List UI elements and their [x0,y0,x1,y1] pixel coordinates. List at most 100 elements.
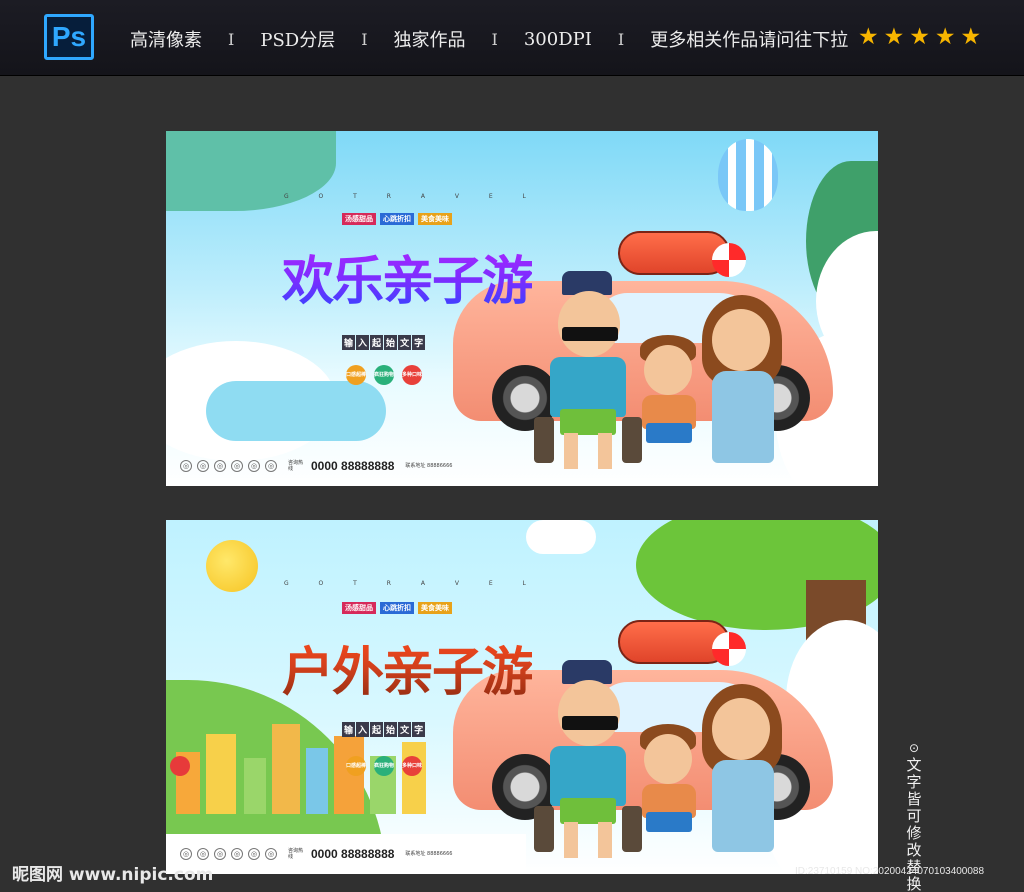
phone-label: 咨询热线 [288,848,304,860]
logo-icon: ◎ [265,460,277,472]
feature-circle: 疯狂购物 [374,756,394,776]
separator: I [617,29,625,49]
subtitle-char: 起 [370,335,384,350]
banner-tagline: G O T R A V E L [284,580,540,587]
tag: 心跳折扣 [380,213,414,225]
logo-icon: ◎ [231,848,243,860]
tag: 汤感甜品 [342,213,376,225]
photoshop-icon: Ps [44,14,94,60]
leg [598,822,612,858]
shirt [550,746,626,806]
building [402,742,426,814]
building [306,748,328,814]
banner-title: 户外亲子游 [282,630,534,705]
sunglasses-icon [562,327,618,341]
watermark-left: 昵图网 www.nipic.com [12,865,214,885]
tag-row: 汤感甜品 心跳折扣 美食美味 [342,602,452,614]
star-icon: ★ [934,24,956,50]
cloud [526,520,596,554]
suitcase-icon [534,417,554,463]
shorts [646,812,692,832]
logo-icon: ◎ [197,848,209,860]
address: 联系地址 88886666 [405,462,453,469]
banner-preview-2: G O T R A V E L 汤感甜品 心跳折扣 美食美味 户外亲子游 输 入… [166,520,878,874]
subtitle-char: 起 [370,722,384,737]
logo-icon: ◎ [248,460,260,472]
dress [712,760,774,852]
feature-psd: PSD分层 [260,30,336,51]
subtitle-char: 入 [356,722,370,737]
tag: 美食美味 [418,602,452,614]
leg [564,433,578,469]
banner-footer: ◎ ◎ ◎ ◎ ◎ ◎ 咨询热线 0000 88888888 联系地址 8888… [166,446,526,486]
beach-ball-icon [712,632,746,666]
sun-icon [206,540,258,592]
shorts [560,409,616,435]
flower-icon [170,756,190,776]
logo-icon: ◎ [180,848,192,860]
phone-number: 0000 88888888 [311,847,395,861]
phone-number: 0000 88888888 [311,459,395,473]
leg [598,433,612,469]
beach-ball-icon [712,243,746,277]
feature-circles: 口感超棒 疯狂购物 多种口味 [346,756,422,776]
subtitle-char: 始 [384,722,398,737]
separator: I [361,29,368,49]
feature-circle: 口感超棒 [346,365,366,385]
subtitle-char: 输 [342,722,356,737]
logo-icon: ◎ [248,848,260,860]
banner-preview-1: G O T R A V E L 汤感甜品 心跳折扣 美食美味 欢乐亲子游 输 入… [166,131,878,486]
separator: I [228,29,235,49]
tag: 汤感甜品 [342,602,376,614]
dress [712,371,774,463]
cloud [206,381,386,441]
tag-row: 汤感甜品 心跳折扣 美食美味 [342,213,452,225]
address: 联系地址 88886666 [405,850,453,857]
star-icon: ★ [909,24,930,50]
phone-label: 咨询热线 [288,460,304,472]
feature-hd: 高清像素 [130,30,202,51]
watermark-right: ID:23710159 NO:20200424070103400088 [795,866,985,877]
subtitle-char: 始 [384,335,398,350]
subtitle-box: 输 入 起 始 文 字 [342,722,426,737]
son-figure [644,734,692,784]
feature-circle: 多种口味 [402,365,422,385]
feature-circle: 多种口味 [402,756,422,776]
building [272,724,300,814]
star-icon: ★ [883,24,905,50]
mother-figure [712,309,770,371]
subtitle-char: 文 [398,722,412,737]
suitcase-icon [622,806,642,852]
mother-figure [712,698,770,760]
suitcase-icon [534,806,554,852]
suitcase-icon [622,417,642,463]
logo-icon: ◎ [180,460,192,472]
logo-icon: ◎ [214,848,226,860]
banner-tagline: G O T R A V E L [284,193,540,200]
banner-title: 欢乐亲子游 [282,239,534,314]
feature-circle: 口感超棒 [346,756,366,776]
tag: 心跳折扣 [380,602,414,614]
tag: 美食美味 [418,213,452,225]
top-bar: Ps 高清像素 I PSD分层 I 独家作品 I 300DPI I 更多相关作品… [0,0,1024,76]
subtitle-char: 入 [356,335,370,350]
logo-icon: ◎ [231,460,243,472]
feature-circles: 口感超棒 疯狂购物 多种口味 [346,365,422,385]
father-figure [558,291,620,357]
shorts [560,798,616,824]
father-figure [558,680,620,746]
logo-icon: ◎ [265,848,277,860]
building [206,734,236,814]
shirt [550,357,626,417]
feature-more: 更多相关作品请问往下拉 [650,30,849,51]
bullet-icon: ⊙ [908,741,920,755]
feature-circle: 疯狂购物 [374,365,394,385]
subtitle-char: 文 [398,335,412,350]
separator: I [491,29,498,49]
leg [564,822,578,858]
feature-dpi: 300DPI [523,28,592,50]
logo-icon: ◎ [197,460,209,472]
rating-stars: ★ ★ ★ ★ ★ [858,24,981,50]
star-icon: ★ [960,24,982,50]
hot-air-balloon-icon [718,139,778,211]
